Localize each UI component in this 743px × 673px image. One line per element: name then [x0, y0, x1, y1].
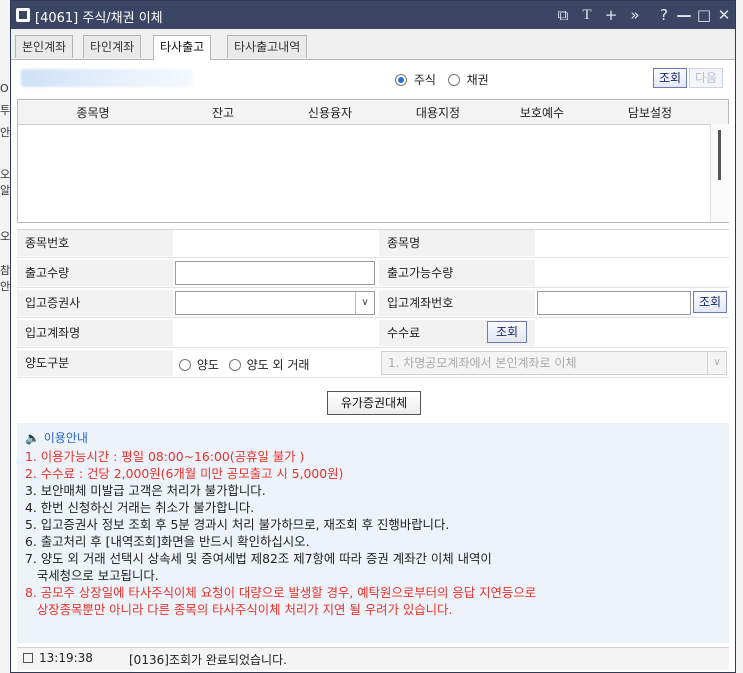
- name-label: 종목명: [379, 230, 535, 256]
- col-credit: 신용융자: [307, 106, 353, 120]
- query-button[interactable]: 조회: [653, 68, 687, 88]
- form-row: 입고계좌명 수수료 조회: [17, 320, 729, 348]
- transfer-type-label: 양도구분: [17, 350, 173, 376]
- chevron-down-icon[interactable]: ∨: [707, 352, 726, 374]
- status-time: 13:19:38: [39, 651, 93, 665]
- window-title: [4061] 주식/채권 이체: [35, 11, 163, 26]
- broker-label: 입고증권사: [17, 290, 173, 316]
- title-bar[interactable]: [4061] 주식/채권 이체 ⧉ T + » ? — □ ✕: [11, 1, 735, 29]
- usage-guide-line: 3. 보안매체 미발급 고객은 처리가 불가합니다.: [25, 483, 266, 498]
- col-balance: 잔고: [211, 106, 235, 120]
- transfer-type-radios: 양도 양도 외 거래: [179, 356, 309, 373]
- tab-external-out[interactable]: 타사출고: [153, 35, 212, 60]
- transfer-window: [4061] 주식/채권 이체 ⧉ T + » ? — □ ✕ 본인계좌 타인계…: [10, 0, 736, 673]
- transfer-reason-value: 1. 차명공모계좌에서 본인계좌로 이체: [388, 356, 577, 370]
- add-icon[interactable]: +: [601, 5, 621, 25]
- acct-query-button[interactable]: 조회: [693, 291, 727, 313]
- message-icon: [23, 653, 33, 663]
- qty-label: 출고수량: [17, 260, 173, 286]
- grid-header: 종목명 잔고 신용융자 대용지정 보호예수 담보설정: [18, 100, 728, 125]
- acct-name-label: 입고계좌명: [17, 320, 173, 346]
- form-row: 종목번호 종목명: [17, 230, 729, 258]
- usage-guide-line: 4. 한번 신청하신 거래는 취소가 불가합니다.: [25, 500, 255, 515]
- radio-non-transfer[interactable]: [228, 359, 241, 371]
- radio-stock-label: 주식: [413, 73, 436, 87]
- fee-query-button[interactable]: 조회: [487, 321, 527, 343]
- radio-transfer[interactable]: [179, 359, 191, 371]
- usage-guide-line: 8. 공모주 상장일에 타사주식이체 요청이 대량으로 발생할 경우, 예탁원으…: [25, 585, 537, 600]
- radio-non-transfer-label: 양도 외 거래: [246, 358, 310, 372]
- tab-other-account[interactable]: 타인계좌: [83, 35, 142, 58]
- account-selector-blurred[interactable]: [21, 69, 193, 87]
- radio-stock[interactable]: [395, 74, 407, 86]
- asset-type-radios: 주식 채권: [395, 71, 489, 88]
- transfer-reason-select[interactable]: 1. 차명공모계좌에서 본인계좌로 이체 ∨: [381, 351, 727, 375]
- behind-glyph: 참: [0, 264, 10, 277]
- col-collateral: 담보설정: [627, 106, 673, 120]
- broker-select[interactable]: ∨: [175, 291, 375, 315]
- behind-glyph: 안: [0, 126, 10, 139]
- behind-glyph: 오: [0, 230, 10, 243]
- link-window-icon[interactable]: ⧉: [553, 5, 573, 25]
- radio-transfer-label: 양도: [196, 358, 219, 372]
- behind-glyph: 투: [0, 104, 10, 117]
- behind-glyph: O: [0, 82, 9, 95]
- font-size-icon[interactable]: T: [577, 5, 597, 25]
- usage-guide-line: 5. 입고증권사 정보 조회 후 5분 경과시 처리 불가하므로, 재조회 후 …: [25, 517, 450, 532]
- col-custody: 보호예수: [519, 106, 565, 120]
- col-substitute: 대용지정: [415, 106, 461, 120]
- chevron-down-icon[interactable]: ∨: [355, 292, 374, 314]
- form-row: 양도구분 양도 양도 외 거래 1. 차명공모계좌에서 본인계좌로 이체 ∨: [17, 350, 729, 378]
- status-bar: 13:19:38 [0136]조회가 완료되었습니다.: [17, 647, 729, 670]
- transfer-form: 종목번호 종목명 출고수량 출고가능수량 입고증권사 ∨ 입고계좌번호 조회 입…: [17, 229, 729, 380]
- radio-bond[interactable]: [447, 74, 460, 86]
- usage-guide-line: 국세청으로 보고됩니다.: [25, 568, 159, 583]
- securities-transfer-button[interactable]: 유가증권대체: [327, 391, 421, 415]
- name-value: [537, 231, 727, 255]
- tab-bar: 본인계좌 타인계좌 타사출고 타사출고내역: [11, 29, 735, 60]
- form-row: 출고수량 출고가능수량: [17, 260, 729, 288]
- maximize-icon[interactable]: □: [695, 5, 713, 25]
- help-icon[interactable]: ?: [655, 5, 673, 25]
- grid-scrollbar[interactable]: [710, 124, 729, 222]
- next-button[interactable]: 다음: [689, 68, 723, 88]
- qty-input[interactable]: [175, 261, 375, 285]
- acct-no-label: 입고계좌번호: [379, 290, 535, 316]
- usage-guide-line: 상장종목뿐만 아니라 다른 종목의 타사주식이체 처리가 지연 될 우려가 있습…: [25, 602, 453, 617]
- status-message: [0136]조회가 완료되었습니다.: [129, 653, 287, 667]
- col-name: 종목명: [76, 106, 110, 120]
- code-value: [175, 231, 375, 255]
- minimize-icon[interactable]: —: [675, 5, 693, 25]
- expand-icon[interactable]: »: [625, 5, 645, 25]
- close-icon[interactable]: ✕: [715, 5, 733, 25]
- behind-glyph: 알: [0, 184, 10, 197]
- usage-guide-line: 7. 양도 외 거래 선택시 상속세 및 증여세법 제82조 제7항에 따라 증…: [25, 551, 492, 566]
- behind-glyph: 안: [0, 280, 10, 293]
- form-row: 입고증권사 ∨ 입고계좌번호 조회: [17, 290, 729, 318]
- holdings-grid: 종목명 잔고 신용융자 대용지정 보호예수 담보설정: [17, 99, 729, 223]
- usage-guide-heading: 🔈 이용안내: [25, 431, 88, 445]
- behind-glyph: 오: [0, 168, 10, 181]
- code-label: 종목번호: [17, 230, 173, 256]
- usage-guide-line: 2. 수수료 : 건당 2,000원(6개월 미만 공모출고 시 5,000원): [25, 466, 344, 481]
- tab-external-out-history[interactable]: 타사출고내역: [227, 35, 308, 58]
- avail-qty-label: 출고가능수량: [379, 260, 535, 286]
- usage-guide: 🔈 이용안내 1. 이용가능시간 : 평일 08:00~16:00(공휴일 불가…: [17, 423, 729, 643]
- usage-guide-line: 1. 이용가능시간 : 평일 08:00~16:00(공휴일 불가 ): [25, 449, 305, 464]
- usage-guide-line: 6. 출고처리 후 [내역조회]화면을 반드시 확인하십시오.: [25, 534, 310, 549]
- radio-bond-label: 채권: [466, 73, 489, 87]
- acct-no-input[interactable]: [537, 291, 691, 315]
- tab-own-account[interactable]: 본인계좌: [15, 35, 74, 58]
- app-icon: [16, 8, 30, 22]
